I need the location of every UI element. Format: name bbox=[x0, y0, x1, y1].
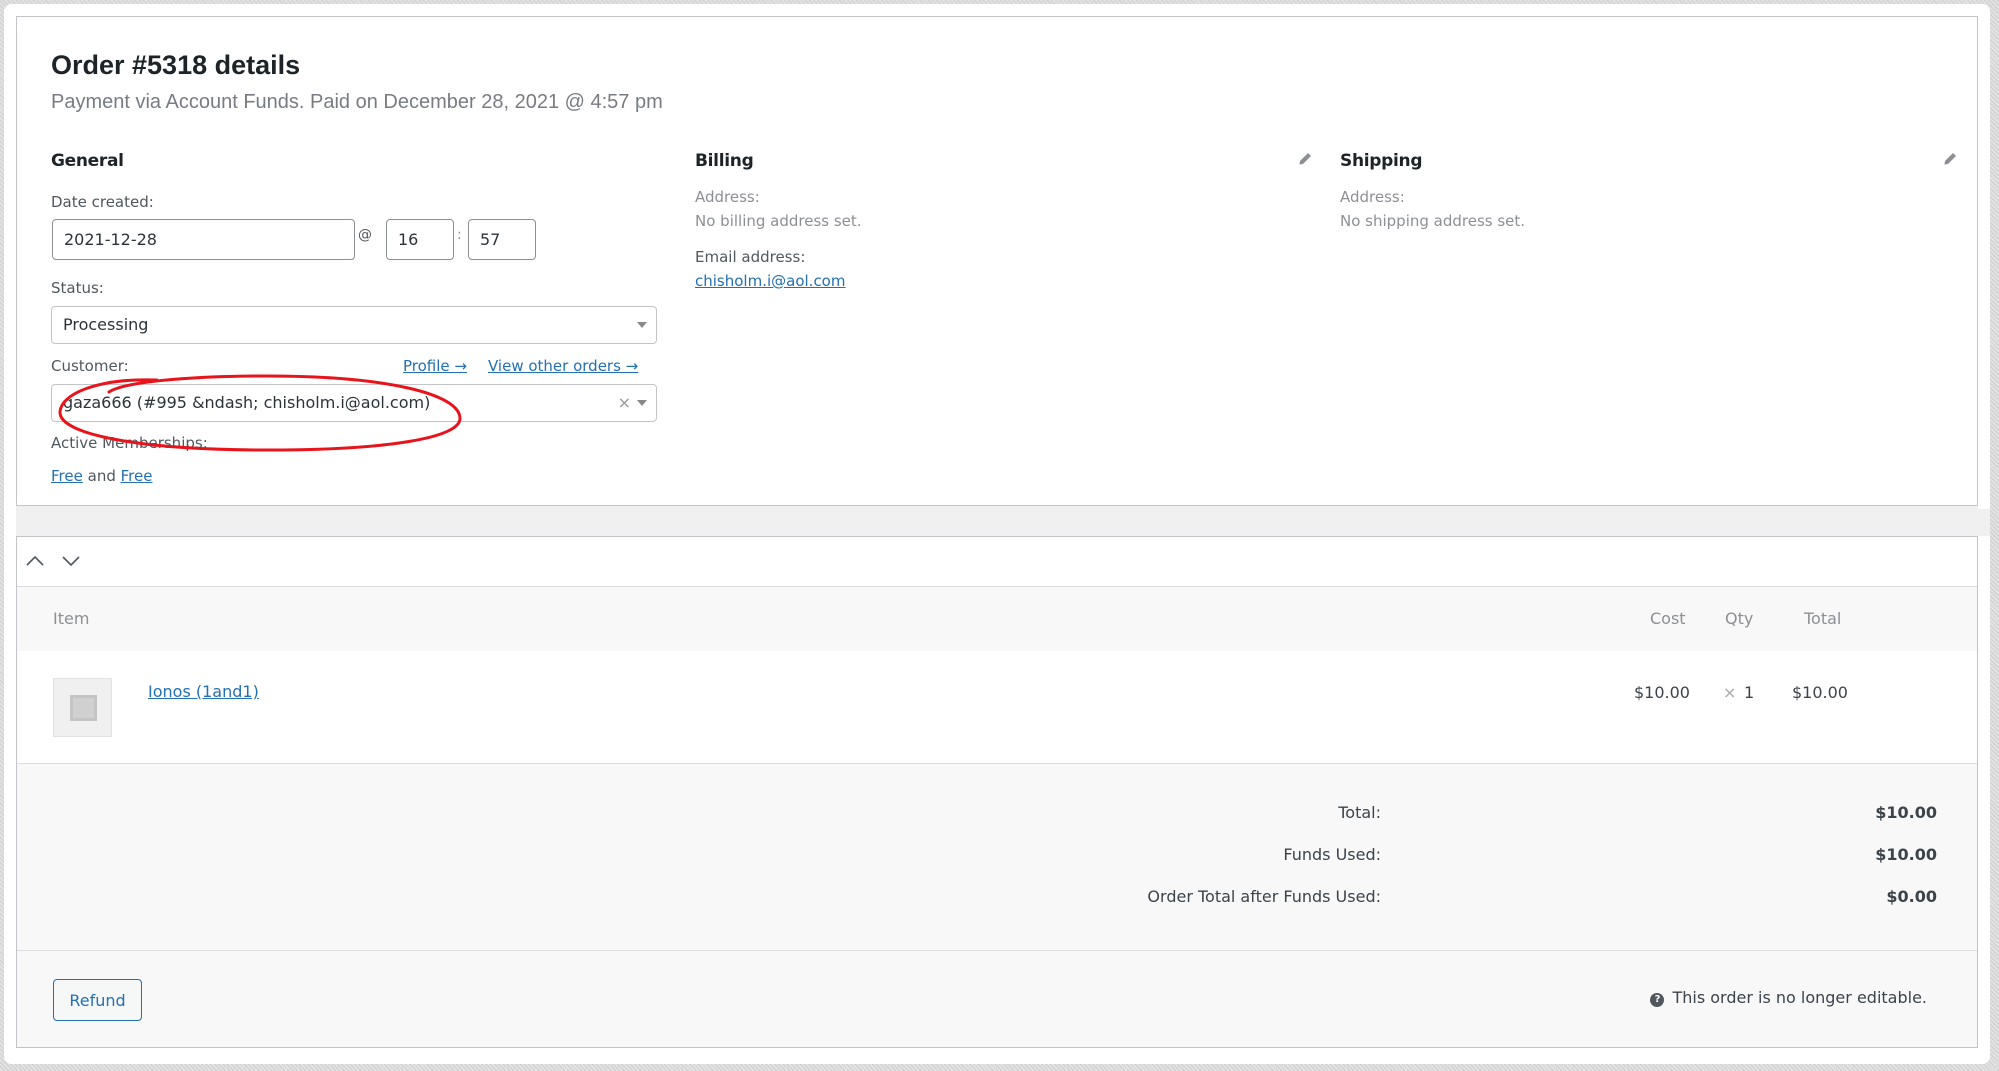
not-editable-notice: ? This order is no longer editable. bbox=[1650, 988, 1927, 1007]
item-cost: $10.00 bbox=[1634, 683, 1690, 702]
membership-link[interactable]: Free bbox=[51, 467, 83, 485]
item-qty: 1 bbox=[1744, 683, 1755, 702]
qty-times: × bbox=[1723, 683, 1737, 702]
minute-input[interactable]: 57 bbox=[468, 219, 536, 260]
annotation-oval bbox=[58, 374, 462, 452]
order-items-panel: Item Cost Qty Total Ionos (1and1) $10.00… bbox=[16, 536, 1978, 1048]
shipping-address-value: No shipping address set. bbox=[1340, 212, 1526, 230]
memberships-list: Free and Free bbox=[51, 467, 152, 485]
status-value: Processing bbox=[63, 315, 149, 334]
order-totals: Total: $10.00 Funds Used: $10.00 Order T… bbox=[17, 765, 1977, 951]
at-separator: @ bbox=[358, 227, 372, 243]
edit-shipping-pencil-icon[interactable] bbox=[1942, 151, 1958, 167]
after-funds-value: $0.00 bbox=[1886, 887, 1937, 906]
column-qty: Qty bbox=[1725, 609, 1754, 628]
chevron-up-icon[interactable] bbox=[25, 555, 45, 567]
frame-edge bbox=[1978, 4, 1990, 509]
payment-summary: Payment via Account Funds. Paid on Decem… bbox=[51, 91, 663, 113]
image-placeholder-icon bbox=[70, 695, 97, 721]
item-total: $10.00 bbox=[1792, 683, 1848, 702]
billing-section: Billing Address: No billing address set.… bbox=[695, 151, 1315, 290]
help-icon[interactable]: ? bbox=[1650, 993, 1665, 1007]
page-title: Order #5318 details bbox=[51, 50, 301, 80]
total-label: Total: bbox=[1338, 803, 1381, 822]
column-total: Total bbox=[1804, 609, 1842, 628]
time-separator: : bbox=[457, 227, 462, 243]
frame-edge bbox=[1978, 536, 1990, 1064]
clear-icon[interactable]: × bbox=[618, 393, 631, 413]
status-label: Status: bbox=[51, 279, 104, 297]
billing-email-label: Email address: bbox=[695, 248, 806, 266]
order-actions: Refund ? This order is no longer editable… bbox=[17, 951, 1977, 1047]
not-editable-text: This order is no longer editable. bbox=[1672, 988, 1927, 1007]
billing-address-label: Address: bbox=[695, 188, 760, 206]
date-created-input[interactable]: 2021-12-28 bbox=[52, 219, 355, 260]
frame-edge bbox=[4, 4, 16, 1064]
column-cost: Cost bbox=[1650, 609, 1686, 628]
shipping-address-label: Address: bbox=[1340, 188, 1405, 206]
product-link[interactable]: Ionos (1and1) bbox=[148, 682, 259, 701]
after-funds-label: Order Total after Funds Used: bbox=[1147, 887, 1381, 906]
total-value: $10.00 bbox=[1875, 803, 1937, 822]
funds-used-value: $10.00 bbox=[1875, 845, 1937, 864]
chevron-down-icon[interactable] bbox=[61, 555, 81, 567]
order-data-panel: Order #5318 details Payment via Account … bbox=[16, 16, 1978, 506]
column-item: Item bbox=[53, 609, 90, 628]
general-section: General bbox=[51, 151, 657, 171]
frame-edge bbox=[4, 1048, 1990, 1064]
edit-billing-pencil-icon[interactable] bbox=[1297, 151, 1313, 167]
date-created-label: Date created: bbox=[51, 193, 154, 211]
shipping-section: Shipping Address: No shipping address se… bbox=[1340, 151, 1960, 230]
funds-used-label: Funds Used: bbox=[1283, 845, 1381, 864]
table-row: Ionos (1and1) $10.00 × 1 $10.00 bbox=[17, 651, 1977, 764]
billing-email-link[interactable]: chisholm.i@aol.com bbox=[695, 272, 1315, 290]
product-thumbnail bbox=[53, 678, 112, 737]
refund-button[interactable]: Refund bbox=[53, 979, 142, 1021]
billing-address-value: No billing address set. bbox=[695, 212, 862, 230]
panel-header bbox=[17, 537, 1977, 587]
hour-input[interactable]: 16 bbox=[386, 219, 454, 260]
general-heading: General bbox=[51, 151, 124, 171]
shipping-heading: Shipping bbox=[1340, 151, 1423, 171]
membership-link[interactable]: Free bbox=[121, 467, 153, 485]
status-select[interactable]: Processing bbox=[51, 306, 657, 344]
chevron-down-icon bbox=[637, 322, 647, 328]
billing-heading: Billing bbox=[695, 151, 754, 171]
memberships-and: and bbox=[87, 467, 116, 485]
items-table-header: Item Cost Qty Total bbox=[17, 588, 1977, 651]
view-other-orders-link[interactable]: View other orders → bbox=[488, 357, 638, 375]
chevron-down-icon bbox=[637, 400, 647, 406]
